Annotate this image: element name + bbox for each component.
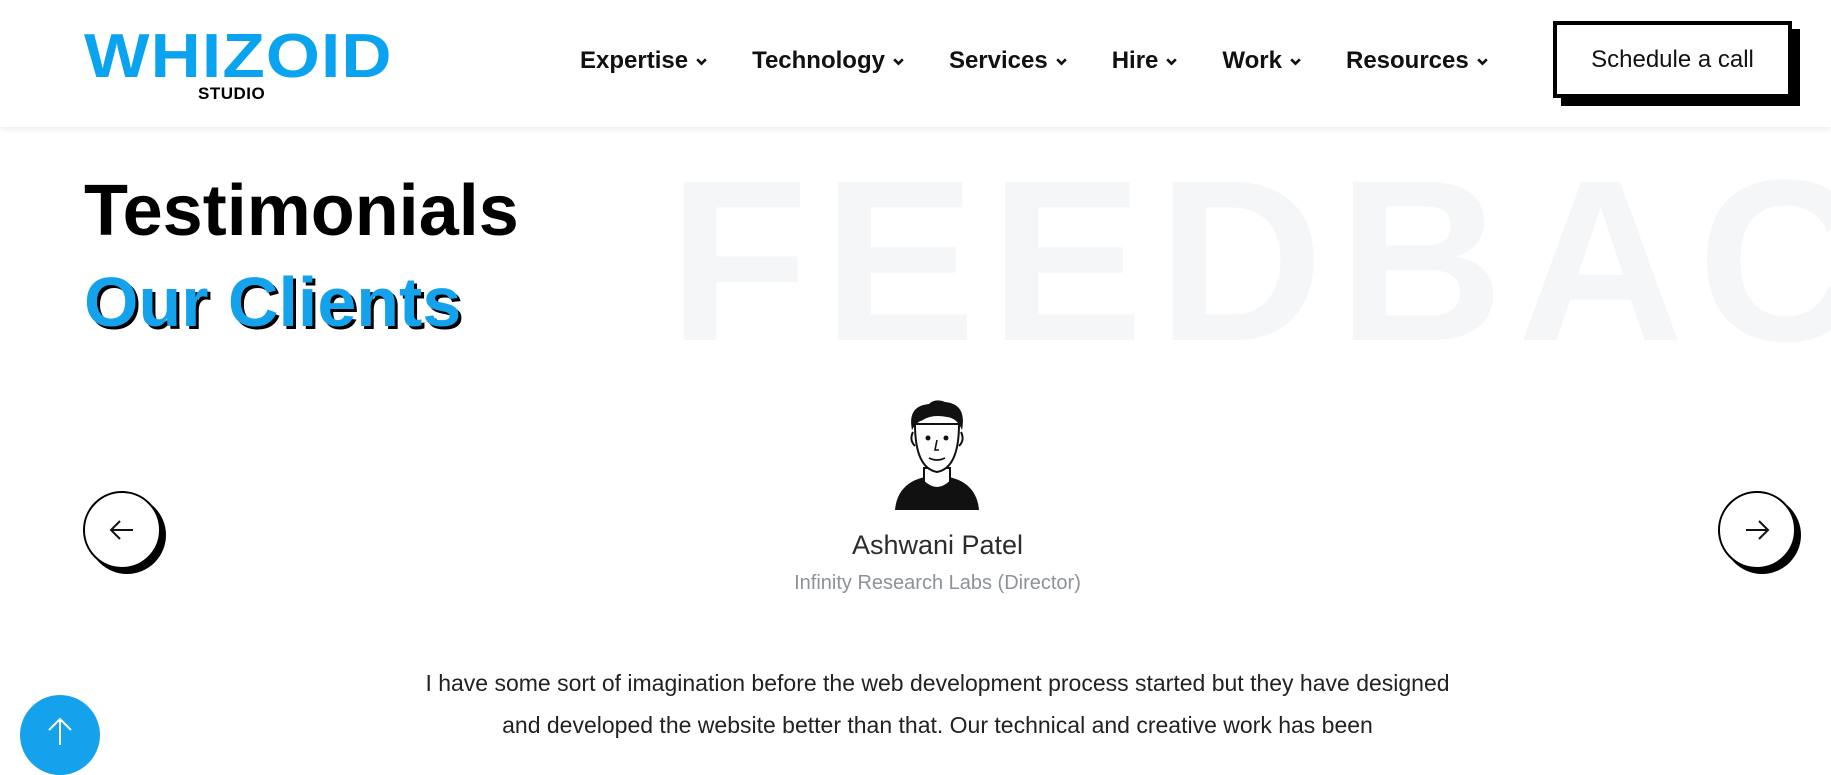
chevron-down-icon [1055,57,1067,66]
nav-item-hire[interactable]: Hire [1112,47,1179,75]
chevron-down-icon [696,57,707,66]
logo-wordmark: WHIZOID [84,22,393,91]
nav-item-label: Services [948,47,1048,74]
nav-item-expertise[interactable]: Expertise [580,47,708,75]
nav-item-work[interactable]: Work [1222,47,1302,75]
nav-item-resources[interactable]: Resources [1346,47,1489,75]
chevron-down-icon [1166,57,1178,66]
nav-item-technology[interactable]: Technology [752,47,905,75]
logo-subtitle: STUDIO [198,84,266,103]
chevron-down-icon [1290,57,1301,66]
arrow-right-icon [1746,520,1770,540]
section-title: Testimonials [84,171,519,251]
chevron-down-icon [1476,57,1488,66]
arrow-up-icon [48,717,72,745]
person-avatar-icon [895,400,979,510]
logo[interactable]: WHIZOID STUDIO [84,26,392,106]
site-header: WHIZOID STUDIO Expertise Technology Serv… [0,0,1831,127]
chevron-down-icon [893,57,904,66]
client-role: Infinity Research Labs (Director) [794,572,1081,594]
nav-item-label: Hire [1111,47,1159,74]
next-testimonial-button[interactable] [1718,491,1796,569]
client-name: Ashwani Patel [851,530,1024,560]
scroll-to-top-button[interactable] [20,695,100,775]
testimonial-text: I have some sort of imagination before t… [425,670,1450,738]
section-watermark: FEEDBAC [668,132,1831,389]
nav-item-label: Expertise [580,47,689,74]
nav-item-label: Technology [752,47,885,74]
main-nav: Expertise Technology Services Hire Work … [580,47,1533,75]
schedule-call-button[interactable]: Schedule a call [1553,21,1792,98]
nav-item-services[interactable]: Services [949,47,1068,75]
nav-item-label: Work [1222,47,1282,74]
nav-item-label: Resources [1345,47,1469,74]
section-subtitle: Our Clients [84,263,462,341]
client-avatar [887,398,987,510]
